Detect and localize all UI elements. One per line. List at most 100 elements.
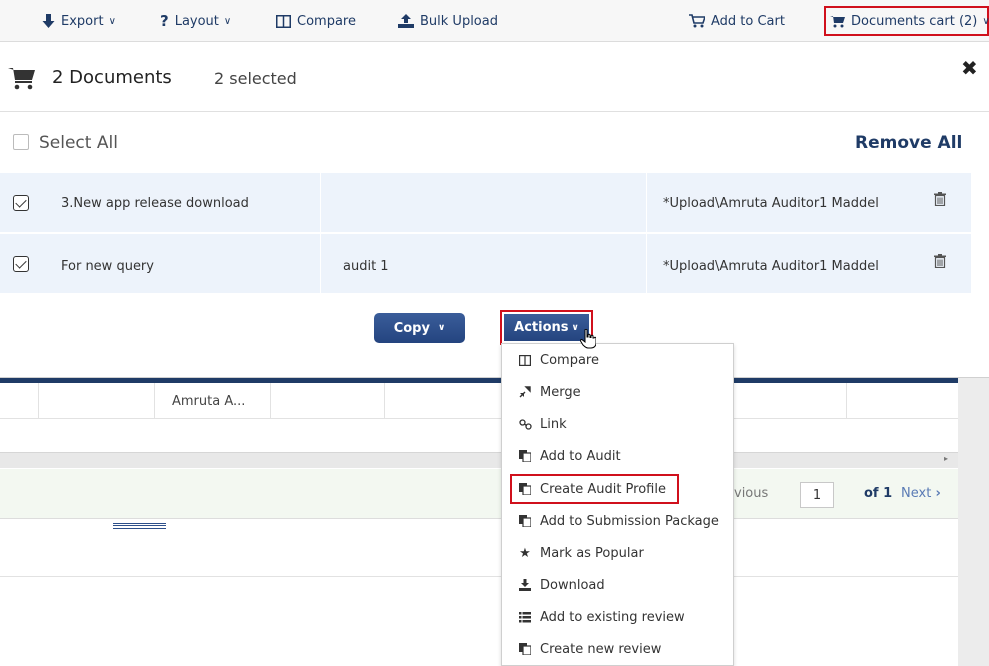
cell-divider (646, 234, 647, 294)
menu-item-label: Compare (540, 352, 599, 368)
menu-item-add-to-submission-package[interactable]: Add to Submission Package (502, 505, 735, 537)
link-icon (518, 418, 532, 430)
cart-plus-icon (689, 14, 705, 28)
bulk-upload-button[interactable]: Bulk Upload (398, 0, 498, 42)
upload-icon (398, 14, 414, 28)
trash-icon[interactable] (934, 254, 946, 272)
table-row: Amruta A... (0, 383, 958, 419)
export-label: Export (61, 13, 104, 29)
compare-label: Compare (297, 13, 356, 29)
cell-divider (154, 383, 155, 419)
menu-item-add-to-existing-review[interactable]: Add to existing review (502, 601, 735, 633)
page-number-input[interactable]: 1 (800, 482, 834, 508)
menu-item-download[interactable]: Download (502, 569, 735, 601)
document-name: For new query (61, 259, 154, 274)
menu-item-label: Download (540, 577, 605, 593)
horizontal-scrollbar[interactable]: ▸ (0, 452, 958, 468)
menu-item-add-to-audit[interactable]: Add to Audit (502, 440, 735, 472)
select-all-checkbox[interactable] (13, 134, 29, 150)
scroll-right-icon[interactable]: ▸ (944, 454, 948, 463)
previous-link[interactable]: vious (734, 486, 768, 501)
list-icon (518, 611, 532, 623)
question-icon: ? (160, 12, 169, 30)
trash-icon[interactable] (934, 192, 946, 210)
actions-menu: Compare Merge Link Add to Audit Create A… (501, 343, 734, 666)
layout-label: Layout (174, 13, 219, 29)
star-icon: ★ (519, 545, 531, 561)
menu-item-label: Mark as Popular (540, 545, 644, 561)
bulk-upload-label: Bulk Upload (420, 13, 498, 29)
compare-button[interactable]: Compare (276, 0, 356, 42)
menu-item-label: Link (540, 416, 567, 432)
close-icon[interactable]: ✖ (961, 56, 978, 80)
download-icon (518, 579, 532, 591)
menu-item-merge[interactable]: Merge (502, 376, 735, 408)
top-toolbar: Export ∨ ? Layout ∨ Compare Bulk Upload … (0, 0, 989, 42)
add-to-cart-button[interactable]: Add to Cart (689, 0, 785, 42)
add-to-cart-label: Add to Cart (711, 13, 785, 29)
layout-menu[interactable]: ? Layout ∨ (160, 0, 231, 42)
resize-handle[interactable] (113, 523, 166, 529)
chevron-down-icon: ∨ (108, 15, 116, 27)
cart-header: 2 Documents 2 selected ✖ (0, 42, 989, 112)
menu-item-link[interactable]: Link (502, 408, 735, 440)
chevron-down-icon: ∨ (982, 15, 989, 27)
table-cell: Amruta A... (172, 394, 246, 409)
cell-divider (846, 383, 847, 419)
export-menu[interactable]: Export ∨ (42, 0, 116, 42)
audit-name: audit 1 (343, 259, 389, 274)
copy-icon (518, 515, 532, 527)
menu-item-label: Merge (540, 384, 581, 400)
copy-icon (518, 450, 532, 462)
documents-cart-button[interactable]: Documents cart (2) ∨ (824, 6, 989, 36)
menu-item-compare[interactable]: Compare (502, 344, 735, 376)
cell-divider (384, 383, 385, 419)
cell-divider (320, 234, 321, 294)
arrow-down-icon (42, 14, 55, 28)
select-all-label: Select All (39, 133, 118, 153)
next-link[interactable]: Next › (901, 486, 941, 501)
menu-item-label: Create new review (540, 641, 662, 657)
copy-icon (518, 643, 532, 655)
columns-icon (518, 354, 532, 366)
menu-item-label: Add to existing review (540, 609, 685, 625)
chevron-right-icon: › (935, 486, 941, 501)
cart-title: 2 Documents (52, 67, 172, 88)
documents-cart-label: Documents cart (2) (851, 13, 978, 29)
cell-divider (320, 173, 321, 233)
cart-icon (830, 15, 845, 28)
next-label: Next (901, 486, 932, 501)
copy-icon (518, 483, 532, 495)
menu-item-create-audit-profile[interactable]: Create Audit Profile (510, 474, 679, 504)
background-grid (0, 378, 958, 666)
actions-label: Actions (514, 320, 569, 335)
menu-item-label: Add to Audit (540, 448, 621, 464)
list-item[interactable]: 3.New app release download *Upload\Amrut… (0, 173, 971, 233)
selected-count: 2 selected (214, 69, 297, 88)
copy-label: Copy (393, 320, 430, 336)
remove-all-button[interactable]: Remove All (855, 133, 962, 153)
page-count: of 1 (864, 486, 893, 501)
cart-icon (8, 66, 36, 94)
merge-icon (518, 386, 532, 398)
documents-cart-panel: 2 Documents 2 selected ✖ Select All Remo… (0, 42, 989, 378)
menu-item-label: Create Audit Profile (540, 481, 666, 497)
menu-item-mark-as-popular[interactable]: ★ Mark as Popular (502, 537, 735, 569)
cell-divider (646, 173, 647, 233)
copy-button[interactable]: Copy ∨ (374, 313, 465, 343)
document-name: 3.New app release download (61, 196, 249, 211)
hand-cursor-icon (579, 328, 597, 353)
list-item[interactable]: For new query audit 1 *Upload\Amruta Aud… (0, 234, 971, 294)
side-gutter (958, 378, 989, 666)
cell-divider (38, 383, 39, 419)
columns-icon (276, 14, 291, 28)
actions-button[interactable]: Actions ∨ (504, 314, 589, 341)
row-checkbox[interactable] (13, 195, 29, 211)
row-checkbox[interactable] (13, 256, 29, 272)
menu-item-create-new-review[interactable]: Create new review (502, 633, 735, 665)
chevron-down-icon: ∨ (571, 322, 579, 333)
document-path: *Upload\Amruta Auditor1 Maddel (663, 259, 879, 274)
menu-item-label: Add to Submission Package (540, 513, 719, 529)
chevron-down-icon: ∨ (223, 15, 232, 27)
cell-divider (270, 383, 271, 419)
